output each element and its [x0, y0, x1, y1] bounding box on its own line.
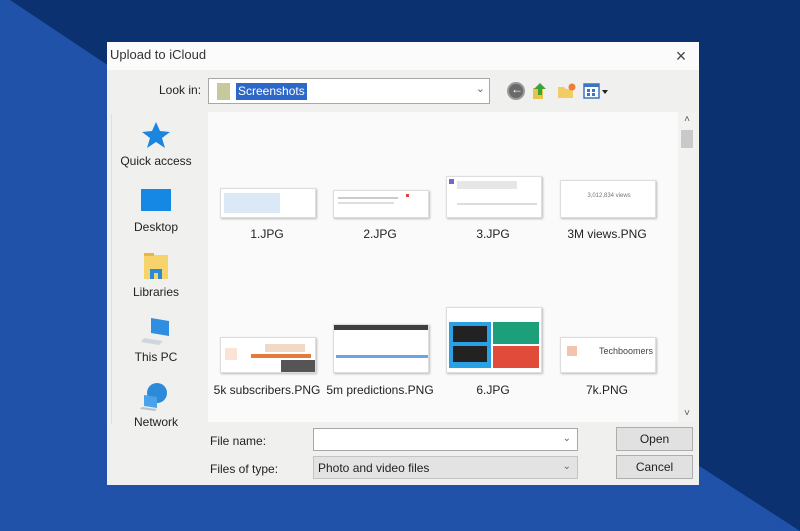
file-thumbnail — [333, 324, 429, 373]
file-name: 3M views.PNG — [567, 227, 647, 241]
folder-icon — [217, 83, 230, 100]
look-in-label: Look in: — [159, 83, 202, 97]
title-bar: Upload to iCloud × — [107, 42, 699, 70]
vertical-scrollbar[interactable]: ˄ ˅ — [678, 112, 696, 422]
file-name: 2.JPG — [363, 227, 397, 241]
file-name-input[interactable]: ⌄ — [313, 428, 578, 451]
view-menu-icon[interactable] — [583, 82, 609, 100]
file-thumbnail — [446, 176, 542, 218]
file-name: 5m predictions.PNG — [326, 383, 434, 397]
chevron-down-icon[interactable]: ⌄ — [476, 82, 485, 95]
file-thumbnail — [446, 307, 542, 373]
place-label: Network — [133, 415, 178, 429]
libraries-icon — [144, 253, 168, 279]
place-libraries[interactable]: Libraries — [112, 251, 200, 299]
scroll-thumb[interactable] — [681, 130, 693, 148]
place-label: Libraries — [132, 285, 180, 299]
thumbnail-text: 3,012,834 views — [587, 193, 631, 199]
scroll-up-icon[interactable]: ˄ — [678, 112, 696, 128]
desktop-icon — [141, 189, 171, 211]
computer-icon — [141, 318, 169, 345]
place-quick-access[interactable]: Quick access — [112, 120, 200, 168]
place-label: This PC — [134, 350, 178, 364]
place-label: Quick access — [120, 154, 192, 168]
dialog-title: Upload to iCloud — [110, 47, 207, 62]
file-name-label: File name: — [210, 434, 267, 448]
back-icon[interactable] — [507, 82, 525, 100]
file-name: 5k subscribers.PNG — [213, 383, 321, 397]
file-thumbnail — [333, 190, 429, 218]
file-name: 6.JPG — [476, 383, 510, 397]
upload-dialog: Upload to iCloud × Look in: Screenshots … — [107, 42, 699, 485]
thumbnail-text: Techboomers — [599, 346, 654, 356]
file-type-label: Files of type: — [210, 462, 279, 476]
file-thumbnail — [220, 188, 316, 218]
place-label: Desktop — [133, 220, 179, 234]
file-type-select[interactable]: Photo and video files ⌄ — [313, 456, 578, 479]
look-in-dropdown[interactable]: Screenshots ⌄ — [208, 78, 490, 104]
file-name: 1.JPG — [250, 227, 284, 241]
open-button[interactable]: Open — [616, 427, 693, 451]
network-icon — [140, 383, 167, 411]
look-in-value: Screenshots — [236, 83, 307, 100]
chevron-down-icon[interactable]: ⌄ — [563, 433, 571, 444]
file-list: 1.JPG 2.JPG 3.JPG 3,012,834 views 3M vie… — [208, 112, 678, 422]
file-type-value: Photo and video files — [318, 461, 430, 475]
place-this-pc[interactable]: This PC — [112, 316, 200, 364]
cancel-button[interactable]: Cancel — [616, 455, 693, 479]
place-desktop[interactable]: Desktop — [112, 186, 200, 234]
file-thumbnail — [220, 337, 316, 373]
new-folder-icon[interactable] — [557, 82, 576, 100]
up-one-level-icon[interactable] — [531, 82, 549, 100]
scroll-down-icon[interactable]: ˅ — [678, 406, 696, 422]
place-network[interactable]: Network — [112, 381, 200, 429]
file-thumbnail: 3,012,834 views — [560, 180, 656, 218]
file-name: 3.JPG — [476, 227, 510, 241]
file-thumbnail: Techboomers — [560, 337, 656, 373]
close-button[interactable]: × — [669, 44, 693, 68]
places-bar: Quick access Desktop Libraries This PC N… — [111, 114, 200, 429]
chevron-down-icon[interactable]: ⌄ — [563, 461, 571, 472]
file-name: 7k.PNG — [585, 383, 628, 397]
star-icon — [142, 122, 170, 148]
